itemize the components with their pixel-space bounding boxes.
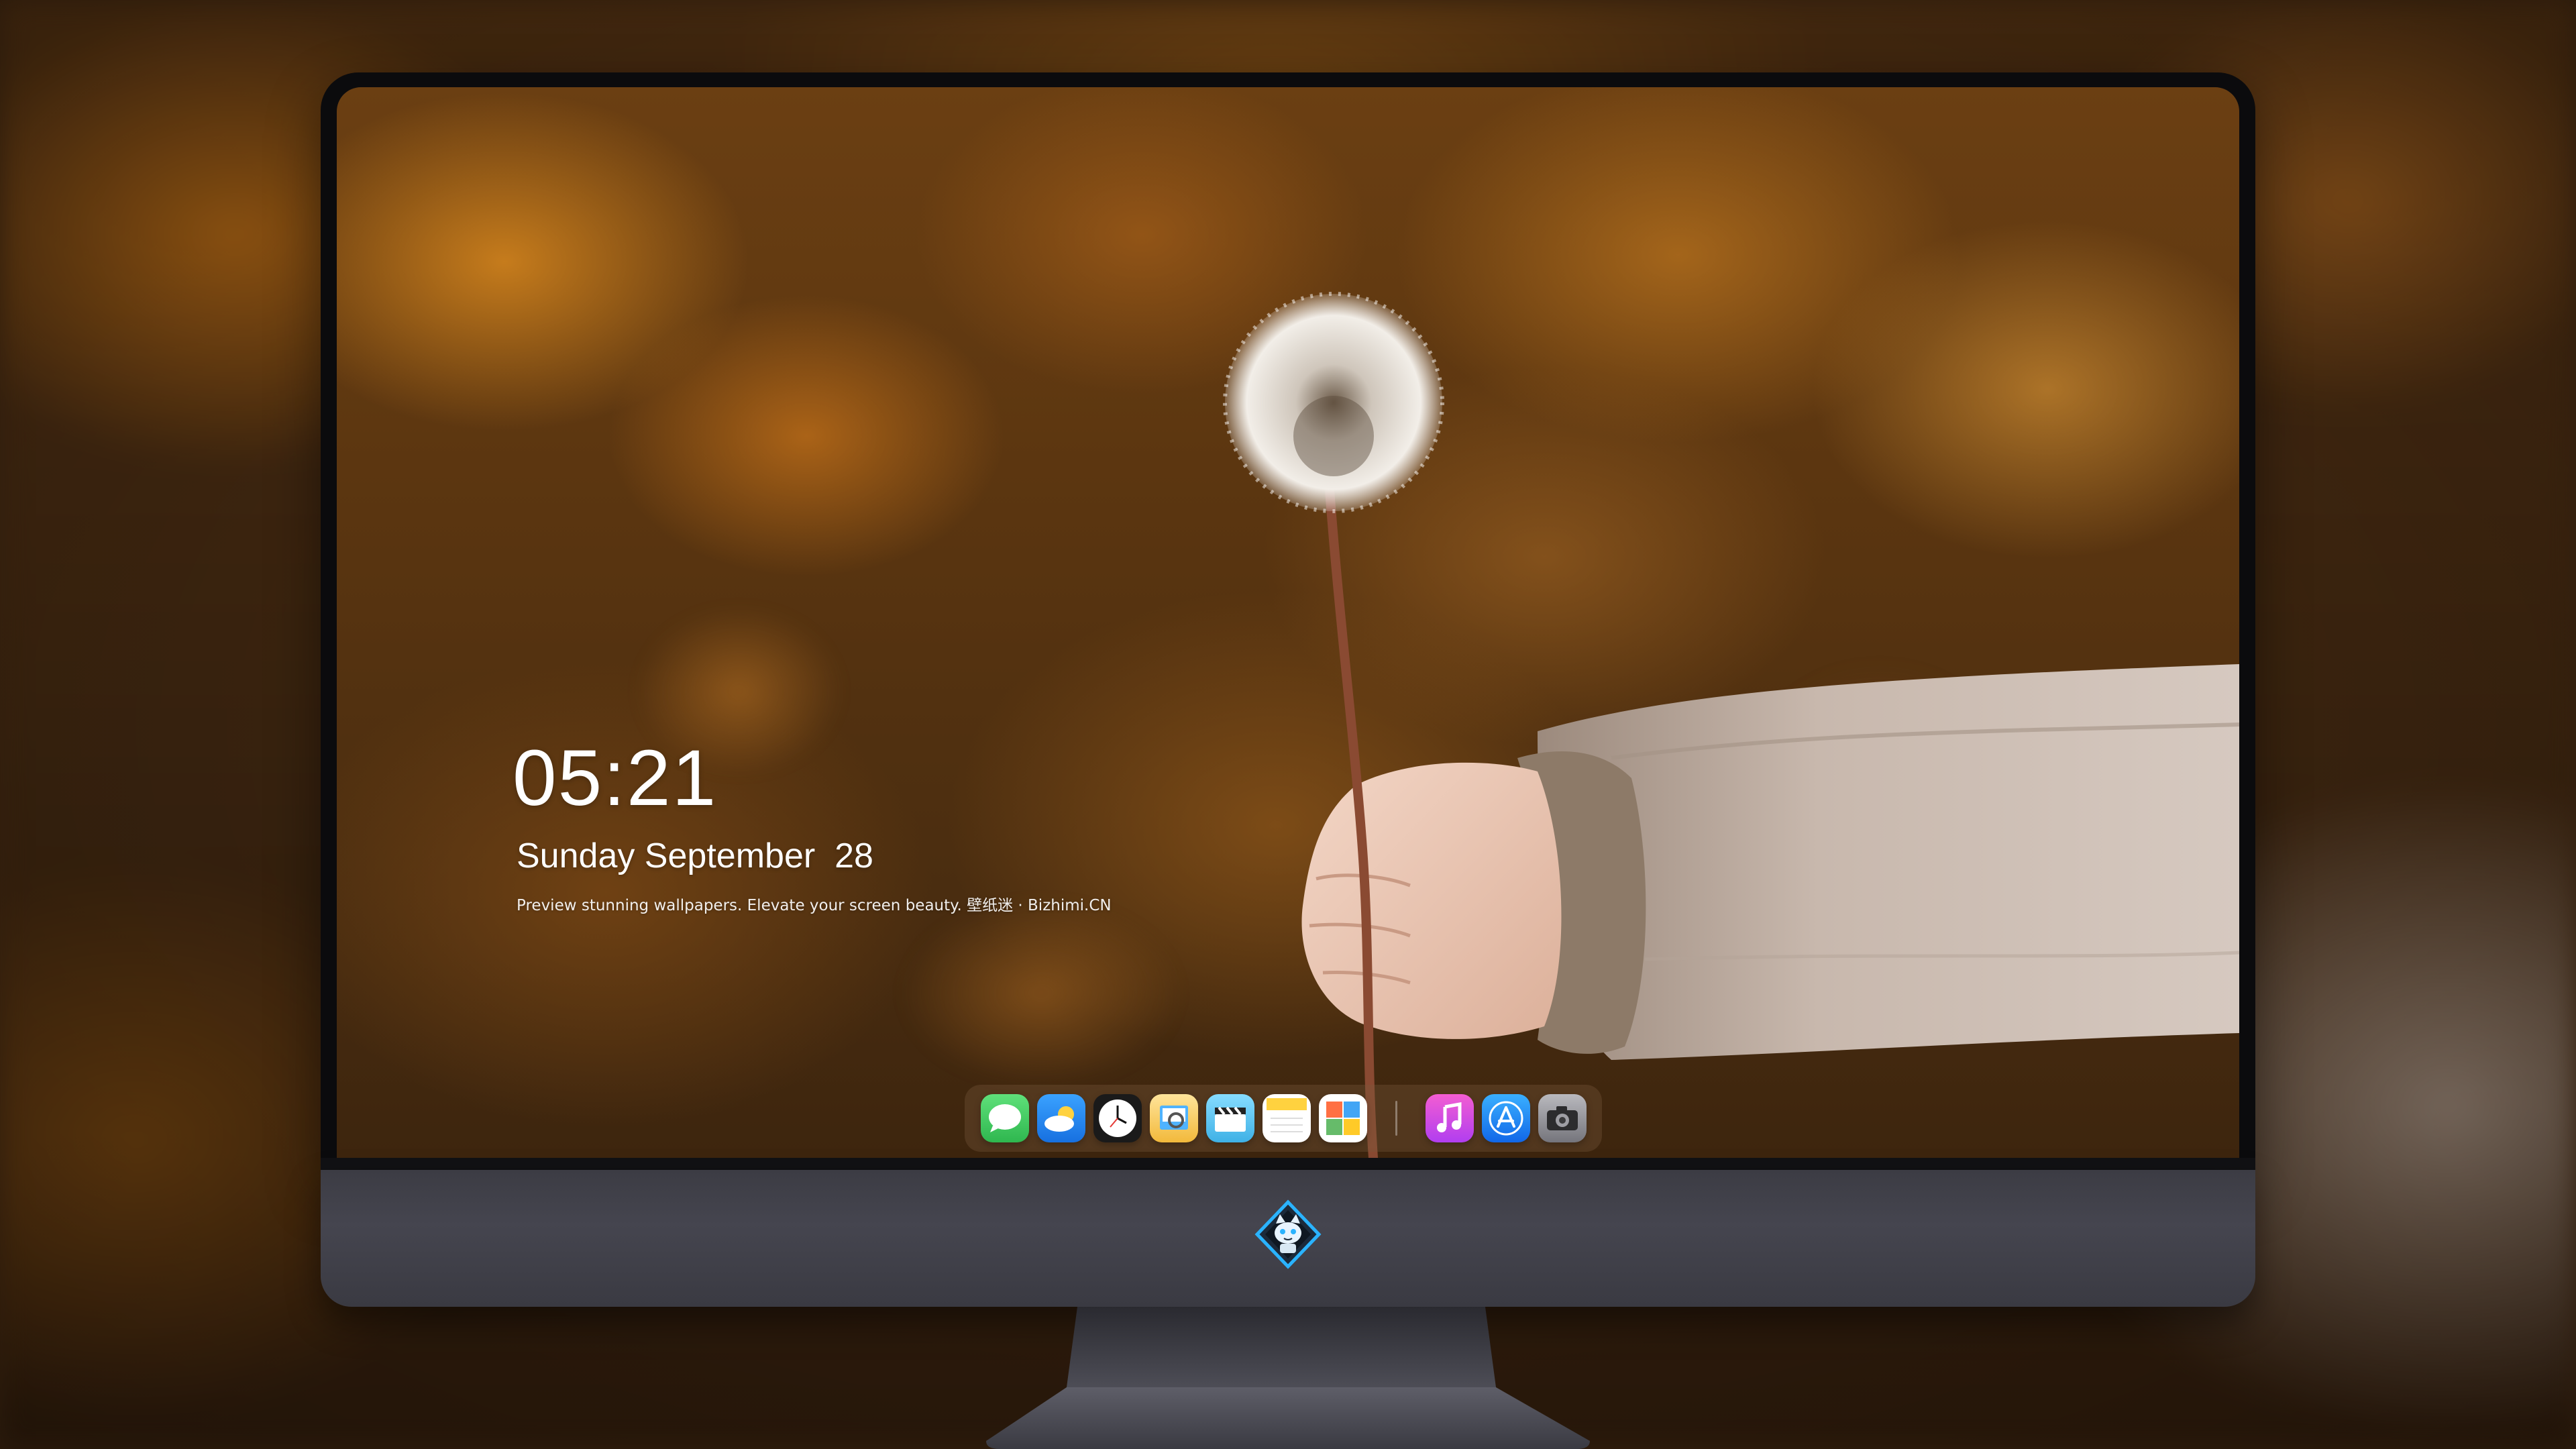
- music-icon[interactable]: [1425, 1094, 1474, 1142]
- camera-icon[interactable]: [1538, 1094, 1587, 1142]
- screen: 05:21 Sunday September 28 Preview stunni…: [337, 87, 2239, 1158]
- fox-mascot-logo-icon: [1254, 1199, 1322, 1269]
- notes-icon[interactable]: [1262, 1094, 1311, 1142]
- photo-grid-icon[interactable]: [1318, 1094, 1367, 1142]
- wallpaper-photo: [1223, 292, 2239, 1158]
- lock-screen-time: 05:21: [513, 734, 718, 822]
- lock-screen-date: Sunday September 28: [517, 837, 873, 875]
- monitor: 05:21 Sunday September 28 Preview stunni…: [321, 72, 2255, 1307]
- dock-separator: [1395, 1101, 1397, 1136]
- preview-icon[interactable]: [1149, 1094, 1198, 1142]
- lock-screen-tagline: Preview stunning wallpapers. Elevate you…: [517, 897, 1112, 914]
- monitor-stand: [986, 1307, 1590, 1449]
- monitor-bottom-bezel: [321, 1158, 2255, 1171]
- dock: [965, 1085, 1602, 1152]
- claquette-icon[interactable]: [1205, 1094, 1254, 1142]
- hand: [1301, 762, 1562, 1039]
- app-store-icon[interactable]: [1481, 1094, 1530, 1142]
- monitor-bezel: 05:21 Sunday September 28 Preview stunni…: [321, 72, 2255, 1173]
- messages-icon[interactable]: [980, 1094, 1029, 1142]
- weather-icon[interactable]: [1036, 1094, 1085, 1142]
- clock-icon[interactable]: [1093, 1094, 1142, 1142]
- scene: 05:21 Sunday September 28 Preview stunni…: [0, 0, 2576, 1449]
